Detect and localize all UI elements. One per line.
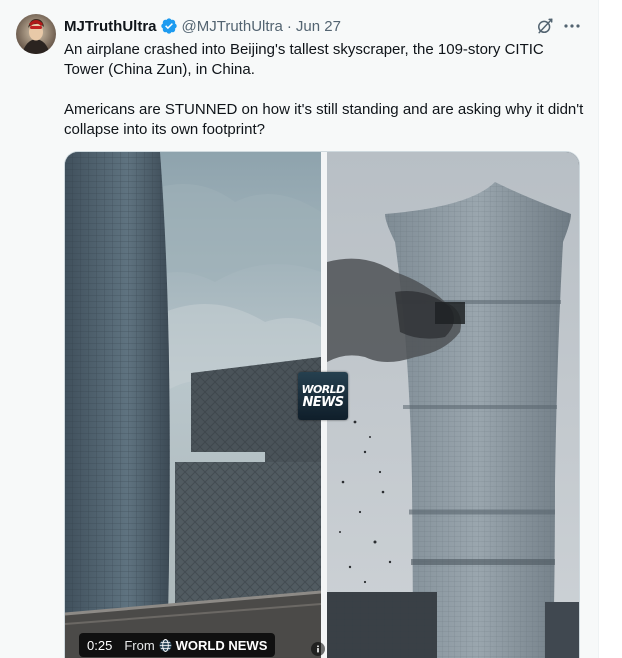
video-source[interactable]: WORLD NEWS bbox=[176, 638, 268, 653]
more-icon[interactable] bbox=[562, 16, 582, 36]
avatar-image bbox=[16, 14, 56, 54]
watermark-line1: WORLD bbox=[301, 382, 345, 396]
world-news-logo-icon bbox=[159, 638, 172, 652]
post-text: An airplane crashed into Beijing's talle… bbox=[64, 41, 584, 138]
display-name[interactable]: MJTruthUltra bbox=[64, 18, 157, 35]
watermark-logo: WORLD NEWS bbox=[298, 372, 348, 420]
video-info-pill[interactable]: 0:25 From WORLD NEWS bbox=[79, 633, 276, 657]
right-rail bbox=[598, 0, 622, 658]
post-date[interactable]: Jun 27 bbox=[296, 18, 341, 35]
separator-dot: · bbox=[286, 17, 292, 35]
video-duration: 0:25 bbox=[87, 637, 113, 653]
video-player[interactable]: WORLD NEWS 0:25 From WORLD NEWS bbox=[64, 151, 580, 658]
from-label: From bbox=[124, 637, 155, 653]
avatar[interactable] bbox=[16, 14, 56, 54]
watermark-line2: NEWS bbox=[302, 394, 344, 410]
verified-badge-icon[interactable] bbox=[160, 17, 178, 35]
tweet[interactable]: MJTruthUltra @MJTruthUltra · Jun 27 An a… bbox=[0, 0, 598, 658]
info-icon[interactable] bbox=[311, 642, 325, 656]
grok-icon[interactable] bbox=[535, 16, 555, 36]
handle[interactable]: @MJTruthUltra bbox=[182, 18, 283, 35]
post-header: MJTruthUltra @MJTruthUltra · Jun 27 bbox=[64, 16, 341, 36]
